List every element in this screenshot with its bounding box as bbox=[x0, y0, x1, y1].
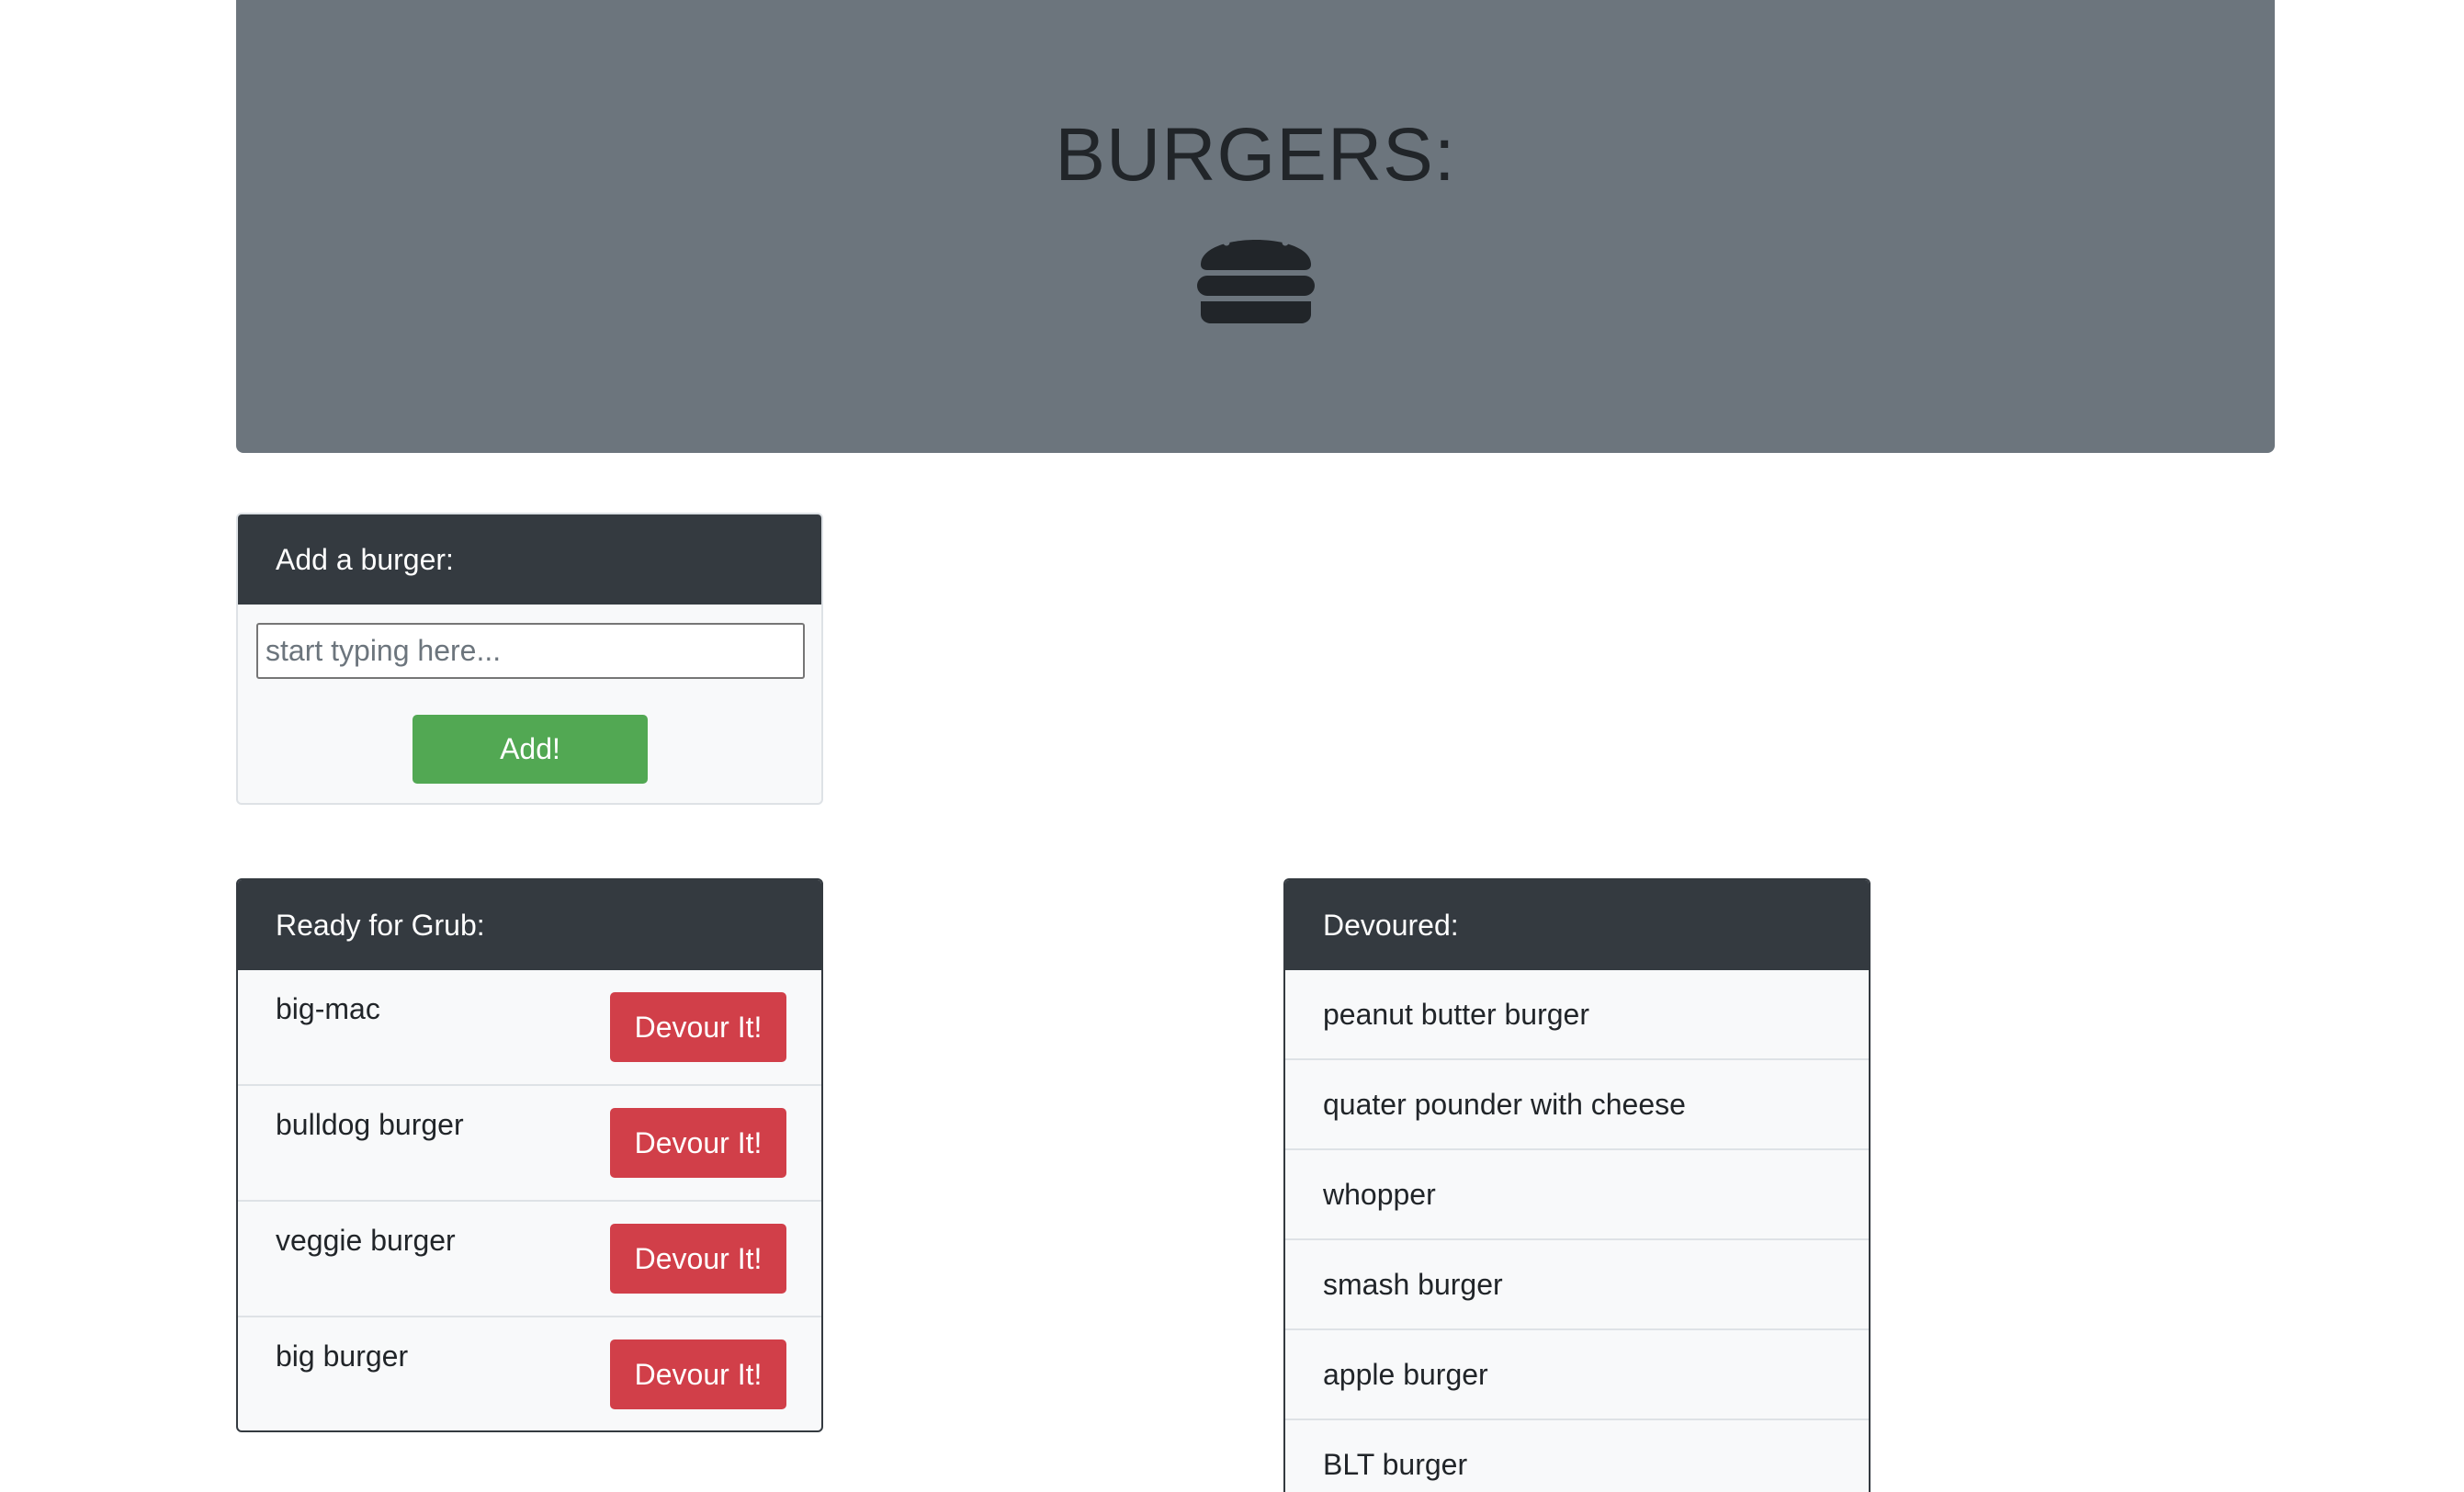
burger-name: veggie burger bbox=[276, 1224, 456, 1257]
burger-icon bbox=[1196, 232, 1315, 323]
devoured-card-header: Devoured: bbox=[1285, 880, 1869, 970]
ready-list-item: big-mac Devour It! bbox=[238, 970, 821, 1086]
ready-card-header: Ready for Grub: bbox=[238, 880, 821, 970]
add-burger-card-header: Add a burger: bbox=[238, 514, 821, 605]
burger-name: big-mac bbox=[276, 992, 380, 1025]
devour-button[interactable]: Devour It! bbox=[610, 992, 786, 1062]
burger-name: bulldog burger bbox=[276, 1108, 464, 1141]
ready-list-item: bulldog burger Devour It! bbox=[238, 1086, 821, 1202]
burger-name-input[interactable] bbox=[256, 623, 805, 679]
add-burger-button[interactable]: Add! bbox=[413, 715, 648, 784]
devour-button[interactable]: Devour It! bbox=[610, 1339, 786, 1409]
ready-list-item: big burger Devour It! bbox=[238, 1317, 821, 1430]
page: BURGERS: Add a burger: Add! Ready for Gr… bbox=[0, 0, 2464, 1492]
devoured-card: Devoured: peanut butter burger quater po… bbox=[1283, 878, 1871, 1492]
burger-name: big burger bbox=[276, 1339, 409, 1373]
devoured-list-item: BLT burger bbox=[1285, 1420, 1869, 1492]
devoured-list-item: whopper bbox=[1285, 1150, 1869, 1240]
devoured-list-item: apple burger bbox=[1285, 1330, 1869, 1420]
header-banner: BURGERS: bbox=[236, 0, 2275, 453]
ready-for-grub-card: Ready for Grub: big-mac Devour It! bulld… bbox=[236, 878, 823, 1432]
devour-button[interactable]: Devour It! bbox=[610, 1224, 786, 1294]
add-burger-card: Add a burger: Add! bbox=[236, 513, 823, 805]
devoured-list-item: quater pounder with cheese bbox=[1285, 1060, 1869, 1150]
devoured-list-item: peanut butter burger bbox=[1285, 970, 1869, 1060]
devoured-list-item: smash burger bbox=[1285, 1240, 1869, 1330]
devour-button[interactable]: Devour It! bbox=[610, 1108, 786, 1178]
page-title: BURGERS: bbox=[1055, 113, 1456, 197]
ready-list-item: veggie burger Devour It! bbox=[238, 1202, 821, 1317]
